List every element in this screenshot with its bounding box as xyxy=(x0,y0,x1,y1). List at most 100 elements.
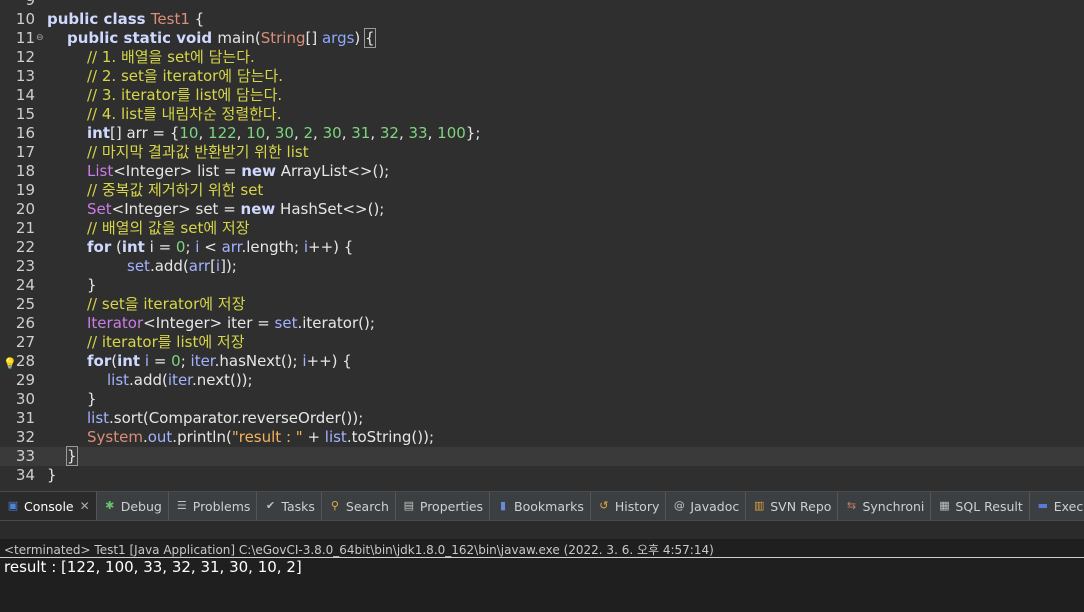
console-output[interactable]: result : [122, 100, 33, 32, 31, 30, 10, … xyxy=(4,558,302,576)
tab-properties[interactable]: ▤ Properties xyxy=(396,492,491,520)
line-number: 25 xyxy=(15,295,35,313)
sync-icon: ⇆ xyxy=(846,499,857,512)
code-line[interactable]: 24} xyxy=(0,276,1084,295)
code-line[interactable]: 16 int[] arr = {10, 122, 10, 30, 2, 30, 3… xyxy=(0,124,1084,143)
line-number: 21 xyxy=(15,219,35,237)
line-number: 20 xyxy=(15,200,35,218)
code-line[interactable]: 30} xyxy=(0,390,1084,409)
line-number: 34 xyxy=(15,466,35,484)
line-number: 19 xyxy=(15,181,35,199)
code-line[interactable]: 15 // 4. list를 내림차순 정렬한다. xyxy=(0,105,1084,124)
code-text: public class Test1 { xyxy=(47,10,205,28)
javadoc-icon: @ xyxy=(673,499,685,512)
tab-tasks[interactable]: ✔ Tasks xyxy=(257,492,322,520)
code-line[interactable]: 34} xyxy=(0,466,1084,485)
tab-label: Search xyxy=(345,498,389,514)
line-number: 31 xyxy=(15,409,35,427)
code-line[interactable]: 32 System.out.println("result : " + list.… xyxy=(0,428,1084,447)
code-line[interactable]: 23 set.add(arr[i]); xyxy=(0,257,1084,276)
console-icon: ▣ xyxy=(7,499,19,512)
line-number: 17 xyxy=(15,143,35,161)
close-icon[interactable]: ✕ xyxy=(80,499,90,513)
code-line[interactable]: 12 // 1. 배열을 set에 담는다. xyxy=(0,48,1084,67)
tab-label: History xyxy=(614,498,660,514)
console-toolbar xyxy=(0,521,1084,539)
console-status: <terminated> Test1 [Java Application] C:… xyxy=(4,543,714,557)
bottom-panel-tabbar: ▣ Console ✕ ✱ Debug ☰ Problems ✔ Tasks ⚲ Search ▤ Pr… xyxy=(0,491,1084,521)
tab-javadoc[interactable]: @ Javadoc xyxy=(666,492,747,520)
code-text: // 4. list를 내림차순 정렬한다. xyxy=(87,105,282,123)
code-text: public static void main(String[] args) { xyxy=(67,28,376,48)
tab-debug[interactable]: ✱ Debug xyxy=(97,492,169,520)
code-text: } xyxy=(87,390,97,408)
tab-console[interactable]: ▣ Console ✕ xyxy=(0,492,97,520)
code-text: // 배열의 값을 set에 저장 xyxy=(87,219,250,237)
code-line[interactable]: 17 // 마지막 결과값 반환받기 위한 list xyxy=(0,143,1084,162)
console-panel: <terminated> Test1 [Java Application] C:… xyxy=(0,521,1084,612)
code-line[interactable]: 25 // set을 iterator에 저장 xyxy=(0,295,1084,314)
tab-label: Bookmarks xyxy=(514,498,584,514)
execution-icon: ▬ xyxy=(1037,499,1048,512)
line-number: 12 xyxy=(15,48,35,66)
tab-synchroni[interactable]: ⇆ Synchroni xyxy=(838,492,932,520)
code-line[interactable]: 10 public class Test1 { xyxy=(0,10,1084,29)
line-number: 11 xyxy=(15,29,35,47)
tab-label: SQL Result xyxy=(955,498,1023,514)
code-text: List<Integer> list = new ArrayList<>(); xyxy=(87,162,390,180)
code-text: } xyxy=(87,276,97,294)
line-number: 30 xyxy=(15,390,35,408)
code-text: Set<Integer> set = new HashSet<>(); xyxy=(87,200,385,218)
tab-execution[interactable]: ▬ Execution xyxy=(1030,492,1084,520)
code-line[interactable]: 20 Set<Integer> set = new HashSet<>(); xyxy=(0,200,1084,219)
code-text: // iterator를 list에 저장 xyxy=(87,333,245,351)
code-line[interactable]: 11 ⊖ public static void main(String[] args… xyxy=(0,28,1084,48)
line-number: 23 xyxy=(15,257,35,275)
code-line[interactable]: 18 List<Integer> list = new ArrayList<>()… xyxy=(0,162,1084,181)
code-line[interactable]: 31 list.sort(Comparator.reverseOrder()); xyxy=(0,409,1084,428)
code-line[interactable]: 22 for (int i = 0; i < arr.length; i++) { xyxy=(0,238,1084,257)
code-line[interactable]: 19 // 중복값 제거하기 위한 set xyxy=(0,181,1084,200)
line-number: 24 xyxy=(15,276,35,294)
code-line[interactable]: 9 xyxy=(0,0,1084,10)
table-icon: ▦ xyxy=(939,499,950,512)
code-text: for (int i = 0; i < arr.length; i++) { xyxy=(87,238,354,256)
tab-label: Tasks xyxy=(281,498,315,514)
code-text: Iterator<Integer> iter = set.iterator(); xyxy=(87,314,375,332)
tab-label: Problems xyxy=(192,498,251,514)
tab-problems[interactable]: ☰ Problems xyxy=(169,492,258,520)
line-number: 27 xyxy=(15,333,35,351)
line-number: 33 xyxy=(15,447,35,465)
code-line[interactable]: 33} xyxy=(0,446,1084,466)
tab-search[interactable]: ⚲ Search xyxy=(322,492,396,520)
code-text: // 3. iterator를 list에 담는다. xyxy=(87,86,283,104)
code-line[interactable]: 29 list.add(iter.next()); xyxy=(0,371,1084,390)
code-editor[interactable]: 9 10 public class Test1 {11 ⊖ public static … xyxy=(0,0,1084,491)
code-text: int[] arr = {10, 122, 10, 30, 2, 30, 31,… xyxy=(87,124,481,142)
tab-svn-repo[interactable]: ▥ SVN Repo xyxy=(746,492,839,520)
tab-bookmarks[interactable]: ▮ Bookmarks xyxy=(490,492,591,520)
tab-label: Debug xyxy=(120,498,162,514)
code-text: list.sort(Comparator.reverseOrder()); xyxy=(87,409,364,427)
tab-history[interactable]: ↺ History xyxy=(591,492,667,520)
code-text: } xyxy=(47,466,57,484)
search-icon: ⚲ xyxy=(330,499,339,512)
code-text: System.out.println("result : " + list.to… xyxy=(87,428,435,446)
code-text: // 1. 배열을 set에 담는다. xyxy=(87,48,255,66)
code-text: // 중복값 제거하기 위한 set xyxy=(87,181,264,199)
code-line[interactable]: 26 Iterator<Integer> iter = set.iterator(… xyxy=(0,314,1084,333)
code-line[interactable]: 21 // 배열의 값을 set에 저장 xyxy=(0,219,1084,238)
code-text: // 2. set을 iterator에 담는다. xyxy=(87,67,284,85)
fold-collapse-icon[interactable]: ⊖ xyxy=(36,34,44,43)
code-line[interactable]: 27 // iterator를 list에 저장 xyxy=(0,333,1084,352)
code-line[interactable]: 28 💡 for(int i = 0; iter.hasNext(); i++) { xyxy=(0,352,1084,371)
line-number: 18 xyxy=(15,162,35,180)
line-number: 14 xyxy=(15,86,35,104)
tab-label: SVN Repo xyxy=(770,498,832,514)
line-number: 9 xyxy=(25,0,35,9)
history-icon: ↺ xyxy=(599,499,609,512)
line-number: 29 xyxy=(15,371,35,389)
code-text: // 마지막 결과값 반환받기 위한 list xyxy=(87,143,309,161)
code-line[interactable]: 14 // 3. iterator를 list에 담는다. xyxy=(0,86,1084,105)
code-line[interactable]: 13 // 2. set을 iterator에 담는다. xyxy=(0,67,1084,86)
tab-sql-result[interactable]: ▦ SQL Result xyxy=(931,492,1030,520)
